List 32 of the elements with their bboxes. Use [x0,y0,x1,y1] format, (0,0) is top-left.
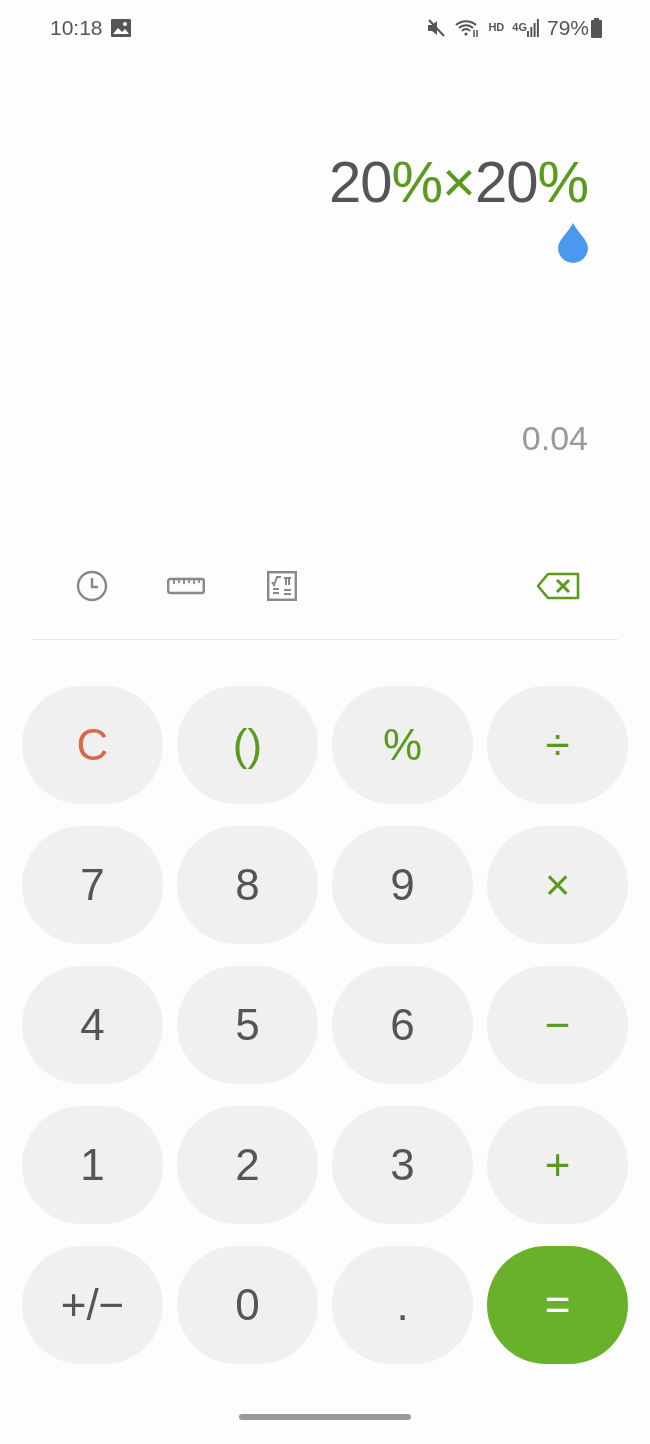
digit-key[interactable]: . [332,1246,473,1364]
digit-key[interactable]: 4 [22,966,163,1084]
history-icon[interactable] [76,570,108,602]
digit-key[interactable]: 0 [177,1246,318,1364]
battery-percent: 79% [546,14,589,41]
expression-number: 20 [328,153,392,211]
digit-key[interactable]: 6 [332,966,473,1084]
network-label: HD [488,20,505,36]
image-icon [110,18,131,37]
digit-key[interactable]: 1 [22,1106,163,1224]
battery-icon [591,17,602,38]
clock-time: 10:18 [50,14,103,41]
backspace-icon[interactable] [536,572,580,600]
digit-key[interactable]: 9 [332,826,473,944]
ruler-icon[interactable] [167,576,205,596]
cursor-handle-icon[interactable] [556,223,590,263]
digit-key[interactable]: +/− [22,1246,163,1364]
wifi-icon [454,17,481,38]
expression-number: 20 [474,153,538,211]
network-type-label: 4G [512,19,527,35]
result-preview: 0.04 [521,418,588,459]
expression-operator: × [442,153,475,211]
digit-key[interactable]: 5 [177,966,318,1084]
signal-icon [526,18,539,37]
expression-operator: % [391,153,443,211]
expression-operator: % [537,153,588,211]
digit-key[interactable]: 3 [332,1106,473,1224]
digit-key[interactable]: 7 [22,826,163,944]
digit-key[interactable]: 8 [177,826,318,944]
digit-key[interactable]: 2 [177,1106,318,1224]
scientific-mode-icon[interactable] [267,571,297,601]
mute-icon [426,17,447,38]
